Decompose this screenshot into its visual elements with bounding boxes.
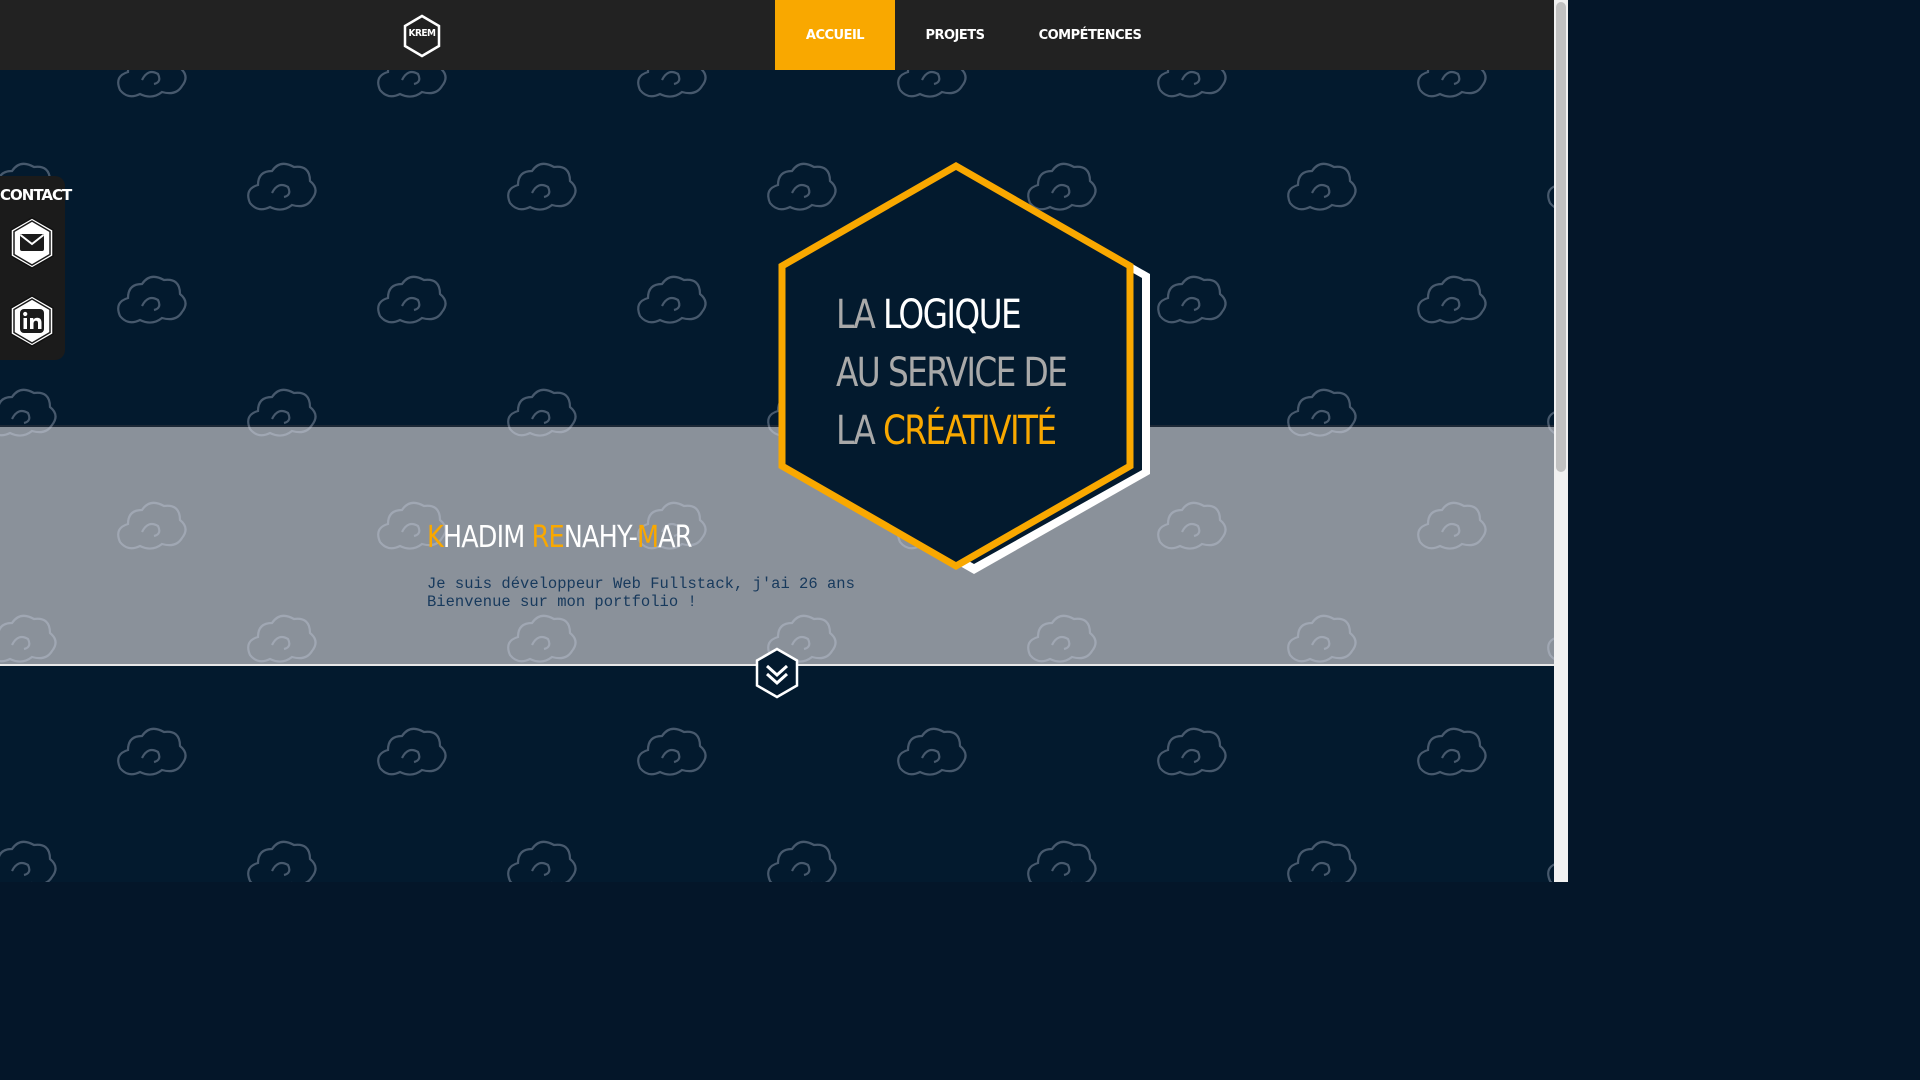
name-ar: AR	[658, 520, 692, 555]
slogan-line2: AU SERVICE DE	[836, 350, 1068, 396]
name-initial-re: RE	[531, 520, 565, 555]
cloud-icon	[1027, 840, 1097, 882]
cloud-icon	[897, 70, 967, 98]
contact-title: CONTACT	[0, 186, 72, 204]
name-initial-m: M	[637, 520, 659, 555]
cloud-icon	[0, 614, 57, 663]
cloud-icon	[507, 614, 577, 663]
cloud-icon	[117, 70, 187, 98]
cloud-icon	[637, 70, 707, 98]
page: KREM ACCUEIL PROJETS COMPÉTENCES CONTACT…	[0, 0, 1554, 882]
double-chevron-down-icon[interactable]	[754, 647, 800, 699]
cloud-icon	[1417, 275, 1487, 324]
cloud-icon	[377, 727, 447, 776]
cloud-icon	[1157, 727, 1227, 776]
cloud-icon	[247, 840, 317, 882]
logo-text[interactable]: KREM	[402, 28, 442, 39]
intro-line-1: Je suis développeur Web Fullstack, j'ai …	[427, 575, 855, 593]
cloud-icon	[377, 70, 447, 98]
cloud-icon	[1157, 501, 1227, 550]
cloud-icon	[0, 840, 57, 882]
slogan-la-2: LA	[836, 408, 883, 454]
cloud-icon	[507, 840, 577, 882]
profile-intro: Je suis développeur Web Fullstack, j'ai …	[427, 575, 855, 611]
nav-competences[interactable]: COMPÉTENCES	[1015, 0, 1165, 70]
cloud-icon	[1417, 70, 1487, 98]
cloud-icon	[1417, 727, 1487, 776]
name-nahy: NAHY-	[563, 520, 638, 555]
cloud-pattern	[0, 70, 1554, 882]
cloud-icon	[247, 162, 317, 211]
cloud-icon	[637, 727, 707, 776]
profile-name: KHADIM RENAHY-MAR	[427, 520, 693, 555]
cloud-icon	[897, 727, 967, 776]
cloud-icon	[1027, 614, 1097, 663]
cloud-icon	[1157, 70, 1227, 98]
cloud-icon	[247, 614, 317, 663]
cloud-icon	[767, 840, 837, 882]
contact-sidebar: CONTACT	[0, 176, 72, 360]
slogan-creativite: CRÉATIVITÉ	[882, 408, 1057, 454]
cloud-icon	[117, 501, 187, 550]
linkedin-icon[interactable]	[8, 294, 56, 348]
name-hadim: HADIM	[442, 520, 532, 555]
intro-line-2: Bienvenue sur mon portfolio !	[427, 593, 697, 611]
cloud-icon	[507, 162, 577, 211]
cloud-icon	[1287, 388, 1357, 437]
navbar: KREM ACCUEIL PROJETS COMPÉTENCES	[0, 0, 1554, 70]
cloud-icon	[637, 275, 707, 324]
cloud-icon	[247, 388, 317, 437]
cloud-icon	[507, 388, 577, 437]
slogan-logique: LOGIQUE	[882, 292, 1022, 338]
slogan-la-1: LA	[836, 292, 883, 338]
scrollbar-thumb[interactable]	[1556, 2, 1566, 472]
name-initial-k: K	[427, 520, 444, 555]
cloud-icon	[1287, 614, 1357, 663]
cloud-icon	[1287, 840, 1357, 882]
cloud-icon	[0, 388, 57, 437]
cloud-icon	[117, 275, 187, 324]
cloud-icon	[377, 275, 447, 324]
cloud-icon	[1417, 501, 1487, 550]
cloud-icon	[117, 727, 187, 776]
hero-slogan: LA LOGIQUE AU SERVICE DE LA CRÉATIVITÉ	[836, 286, 1068, 460]
nav-projets[interactable]: PROJETS	[895, 0, 1015, 70]
cloud-icon	[1287, 162, 1357, 211]
nav-accueil[interactable]: ACCUEIL	[775, 0, 895, 70]
envelope-icon[interactable]	[8, 216, 56, 270]
cloud-icon	[1157, 275, 1227, 324]
